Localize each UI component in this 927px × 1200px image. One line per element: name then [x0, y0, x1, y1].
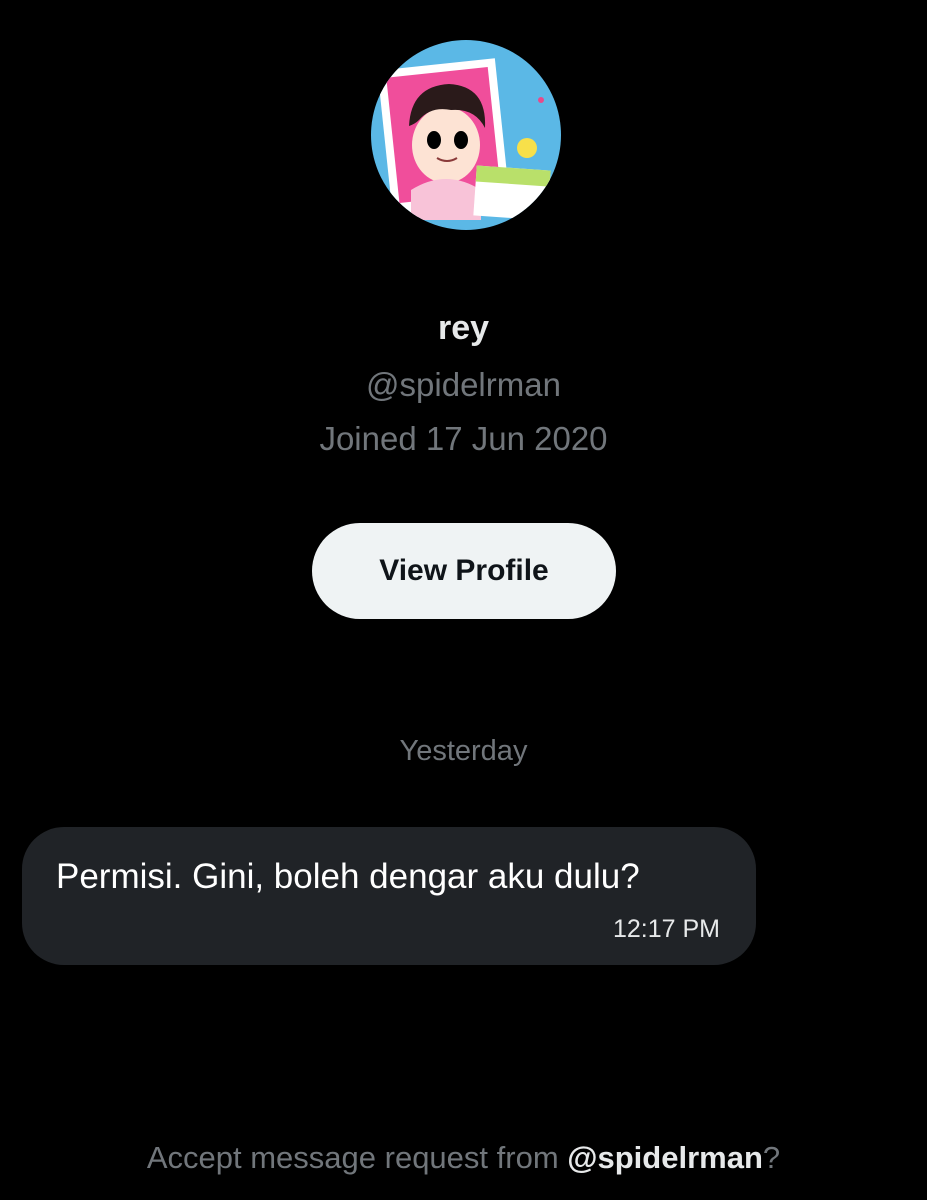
request-handle-link[interactable]: @spidelrman: [567, 1140, 763, 1175]
request-suffix: ?: [762, 1140, 781, 1175]
profile-avatar[interactable]: [371, 40, 561, 230]
display-name: rey: [437, 309, 490, 347]
joined-date: Joined 17 Jun 2020: [319, 420, 608, 457]
message-bubble[interactable]: Permisi. Gini, boleh dengar aku dulu? 12…: [22, 827, 756, 965]
request-prefix: Accept message request from: [146, 1140, 568, 1175]
message-timestamp: 12:17 PM: [612, 915, 720, 943]
day-separator: Yesterday: [399, 735, 528, 767]
avatar-illustration-icon: [371, 40, 561, 230]
message-text: Permisi. Gini, boleh dengar aku dulu?: [56, 857, 640, 896]
message-request-prompt: Accept message request from @spidelrman?: [0, 1140, 927, 1176]
view-profile-button[interactable]: View Profile: [312, 523, 616, 619]
view-profile-label: View Profile: [379, 554, 549, 587]
profile-handle: @spidelrman: [366, 366, 561, 403]
